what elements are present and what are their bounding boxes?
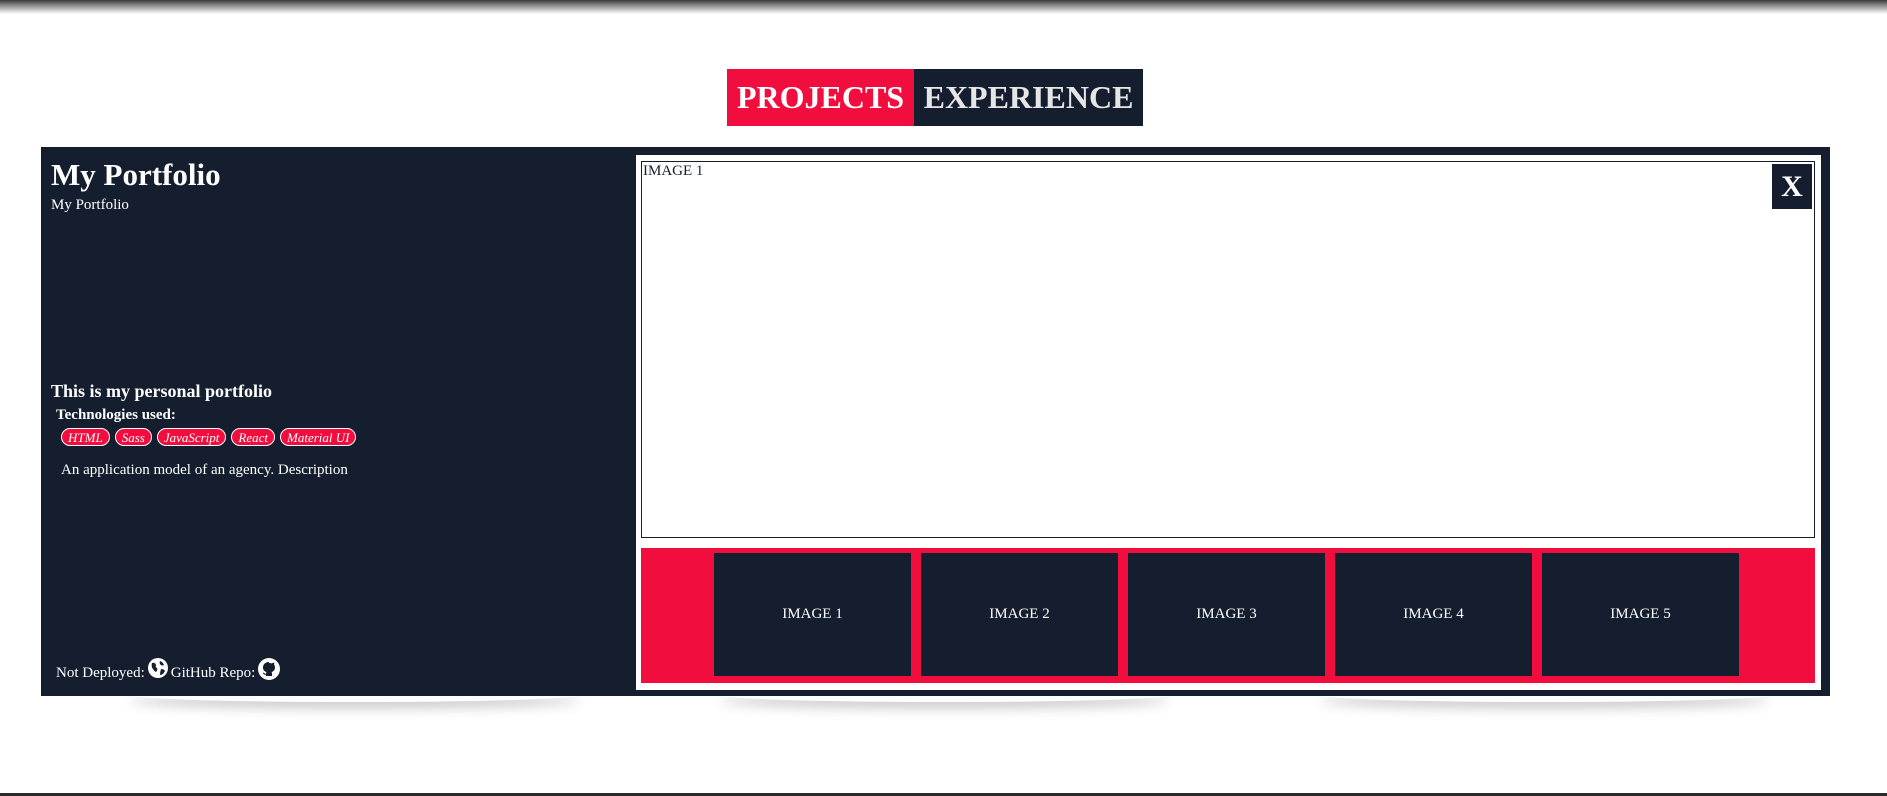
thumbnail-image-2[interactable]: IMAGE 2 xyxy=(921,553,1118,676)
project-info: My Portfolio My Portfolio This is my per… xyxy=(41,147,631,696)
tech-tag: JavaScript xyxy=(156,428,227,446)
repo-label: GitHub Repo: xyxy=(170,665,256,681)
technologies-label: Technologies used: xyxy=(56,407,176,423)
close-button[interactable]: X xyxy=(1772,164,1812,209)
current-image-label: IMAGE 1 xyxy=(643,163,704,179)
technology-tags: HTML Sass JavaScript React Material UI xyxy=(61,428,357,446)
deploy-label: Not Deployed: xyxy=(56,665,145,681)
project-title: My Portfolio xyxy=(51,157,221,192)
project-subtitle: My Portfolio xyxy=(51,197,129,213)
project-description: An application model of an agency. Descr… xyxy=(61,462,348,478)
thumbnail-image-3[interactable]: IMAGE 3 xyxy=(1128,553,1325,676)
project-links: Not Deployed: GitHub Repo: xyxy=(56,657,281,683)
thumbnail-image-4[interactable]: IMAGE 4 xyxy=(1335,553,1532,676)
tech-tag: Material UI xyxy=(280,428,357,446)
thumbnail-strip: IMAGE 1 IMAGE 2 IMAGE 3 IMAGE 4 IMAGE 5 xyxy=(641,548,1815,683)
tech-tag: Sass xyxy=(114,428,152,446)
project-headline: This is my personal portfolio xyxy=(51,381,273,401)
top-shadow xyxy=(0,0,1887,14)
thumbnail-image-5[interactable]: IMAGE 5 xyxy=(1542,553,1739,676)
tech-tag: React xyxy=(231,428,275,446)
tab-projects[interactable]: PROJECTS xyxy=(727,69,914,126)
thumbnail-image-1[interactable]: IMAGE 1 xyxy=(714,553,911,676)
image-viewer: IMAGE 1 X xyxy=(641,161,1815,538)
tech-tag: HTML xyxy=(61,428,110,446)
project-card: My Portfolio My Portfolio This is my per… xyxy=(41,147,1830,696)
github-icon[interactable] xyxy=(257,657,281,680)
tab-experience[interactable]: EXPERIENCE xyxy=(914,69,1143,126)
section-tabs: PROJECTS EXPERIENCE xyxy=(727,69,1143,126)
image-gallery: IMAGE 1 X IMAGE 1 IMAGE 2 IMAGE 3 IMAGE … xyxy=(636,155,1821,690)
globe-icon[interactable] xyxy=(147,657,169,679)
